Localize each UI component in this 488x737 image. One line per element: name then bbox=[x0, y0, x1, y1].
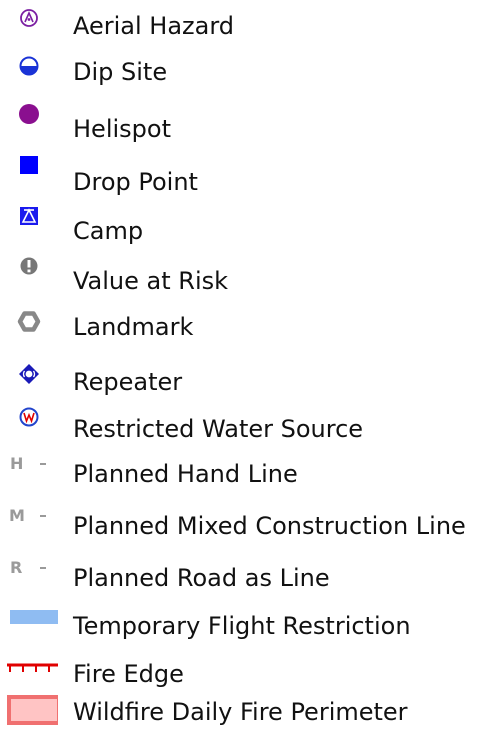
legend-item-value-at-risk: Value at Risk bbox=[0, 250, 488, 295]
planned-mixed-construction-line-icon: M bbox=[9, 506, 46, 525]
helispot-icon bbox=[6, 98, 58, 138]
landmark-icon bbox=[6, 298, 58, 338]
legend-label: Drop Point bbox=[73, 168, 198, 196]
value-at-risk-icon bbox=[6, 250, 58, 290]
legend-label: Repeater bbox=[73, 368, 183, 396]
planned-road-as-line-icon: R bbox=[10, 558, 46, 577]
legend-label: Fire Edge bbox=[73, 660, 184, 688]
legend-label: Temporary Flight Restriction bbox=[73, 612, 411, 640]
legend-item-planned-hand-line: H Planned Hand Line bbox=[0, 452, 488, 492]
legend-label: Planned Road as Line bbox=[73, 564, 330, 592]
legend-label: Wildfire Daily Fire Perimeter bbox=[73, 698, 408, 726]
legend-item-fire-edge: Fire Edge bbox=[0, 650, 488, 690]
legend-item-repeater: Repeater bbox=[0, 358, 488, 398]
drop-point-icon bbox=[6, 150, 58, 190]
legend-item-planned-mixed-construction-line: M Planned Mixed Construction Line bbox=[0, 504, 488, 544]
legend-label: Landmark bbox=[73, 313, 194, 341]
legend-item-helispot: Helispot bbox=[0, 98, 488, 143]
planned-hand-line-icon: H bbox=[10, 454, 46, 473]
legend-label: Restricted Water Source bbox=[73, 415, 364, 443]
legend-label: Dip Site bbox=[73, 58, 168, 86]
legend-label: Planned Hand Line bbox=[73, 460, 298, 488]
camp-icon bbox=[6, 204, 58, 244]
fire-edge-icon bbox=[6, 650, 58, 690]
legend-label: Aerial Hazard bbox=[73, 12, 235, 40]
legend-label: Camp bbox=[73, 217, 144, 245]
legend-label: Value at Risk bbox=[73, 267, 229, 295]
legend-item-dip-site: Dip Site bbox=[0, 52, 488, 92]
temporary-flight-restriction-icon bbox=[6, 604, 58, 644]
legend-item-planned-road-as-line: R Planned Road as Line bbox=[0, 556, 488, 596]
legend-label: Planned Mixed Construction Line bbox=[73, 512, 466, 540]
repeater-icon bbox=[6, 358, 58, 398]
dip-site-icon bbox=[6, 52, 58, 92]
legend-item-aerial-hazard: Aerial Hazard bbox=[0, 6, 488, 46]
legend-item-landmark: Landmark bbox=[0, 298, 488, 341]
aerial-hazard-icon bbox=[6, 6, 58, 46]
legend-item-temporary-flight-restriction: Temporary Flight Restriction bbox=[0, 604, 488, 644]
restricted-water-source-icon bbox=[6, 405, 58, 445]
legend-item-restricted-water-source: Restricted Water Source bbox=[0, 405, 488, 445]
legend-label: Helispot bbox=[73, 115, 171, 143]
legend-item-camp: Camp bbox=[0, 204, 488, 245]
wildfire-daily-fire-perimeter-icon bbox=[6, 690, 58, 730]
legend-item-drop-point: Drop Point bbox=[0, 150, 488, 196]
legend-item-wildfire-daily-fire-perimeter: Wildfire Daily Fire Perimeter bbox=[0, 690, 488, 730]
